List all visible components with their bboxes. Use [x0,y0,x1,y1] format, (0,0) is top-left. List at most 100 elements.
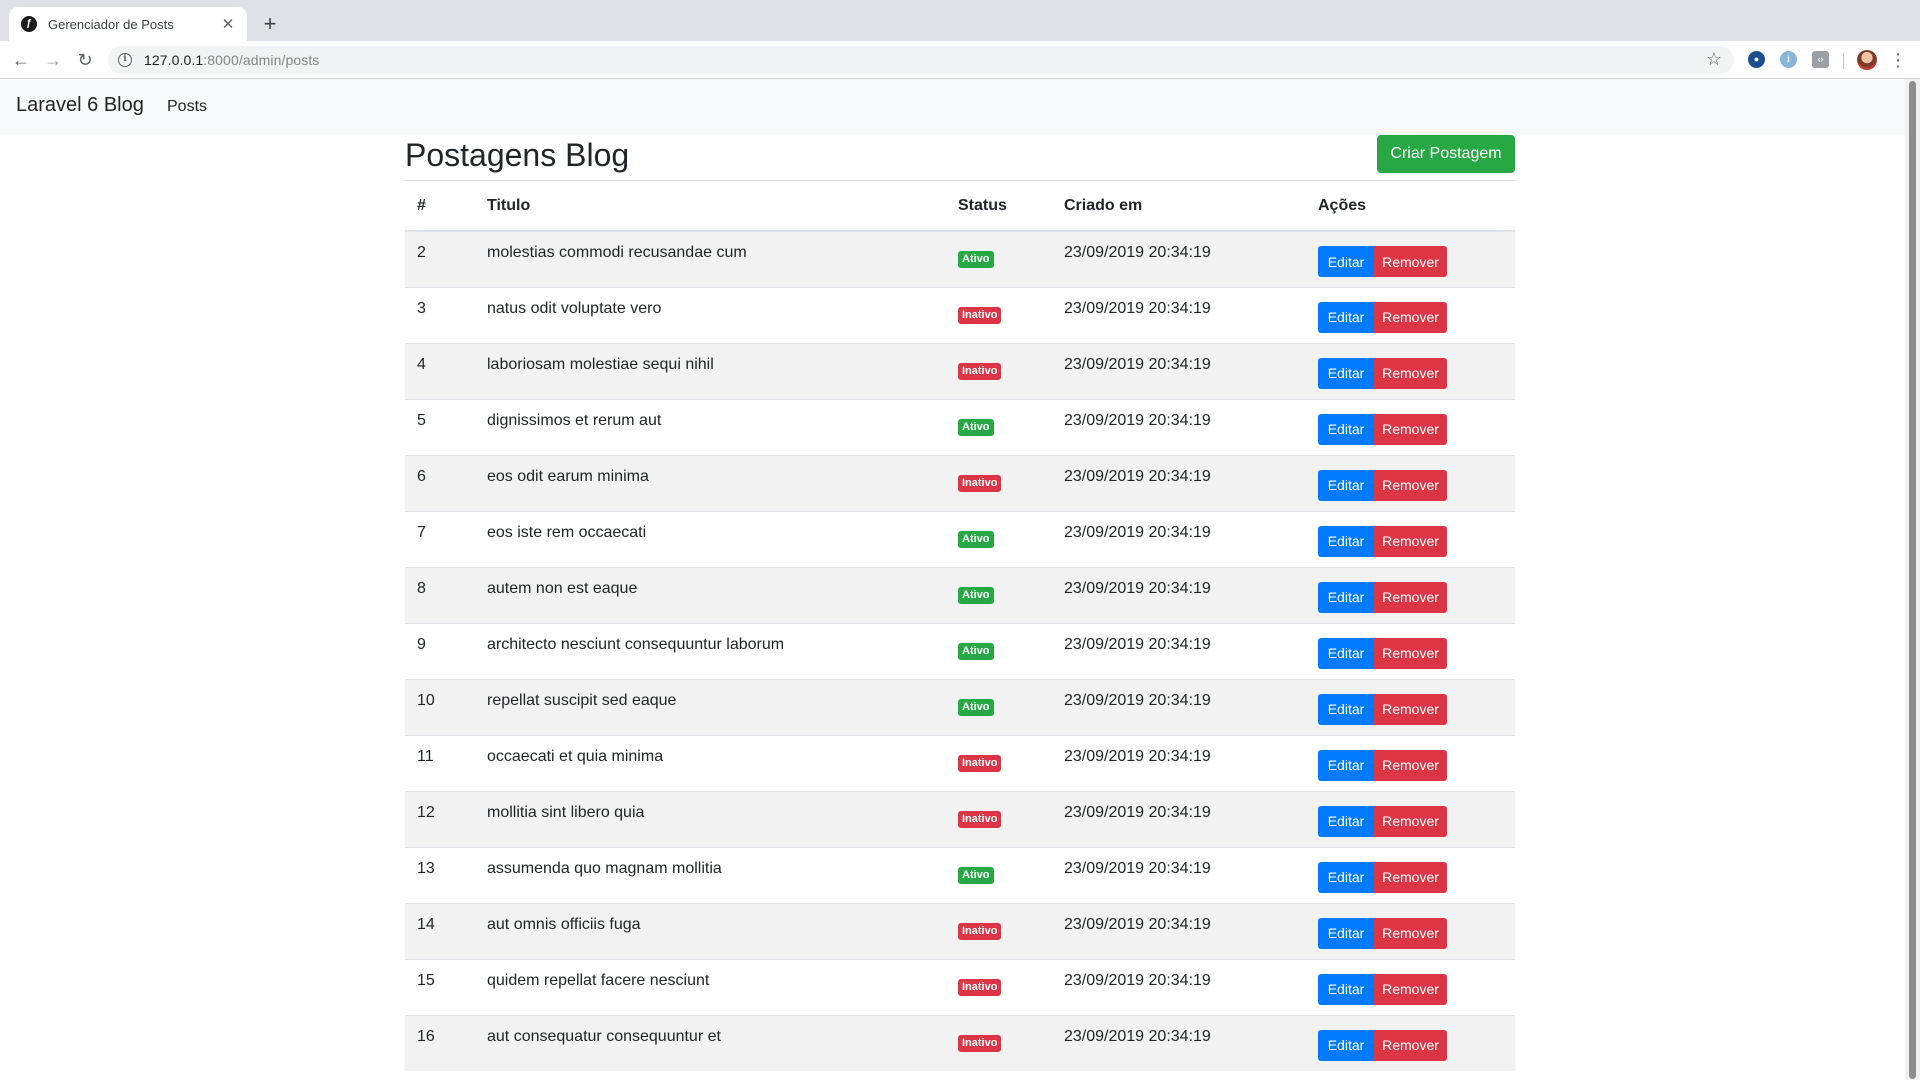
remove-button[interactable]: Remover [1374,861,1447,893]
status-badge: Ativo [958,642,994,660]
column-header-status: Status [946,181,1052,232]
post-status: Ativo [946,622,1052,679]
scrollbar-thumb[interactable] [1909,81,1916,1079]
bookmark-star-icon[interactable]: ☆ [1706,49,1722,70]
edit-button[interactable]: Editar [1318,973,1374,1005]
more-vert-icon[interactable]: ⋮ [1889,49,1907,71]
remove-button[interactable]: Remover [1374,413,1447,445]
post-title: laboriosam molestiae sequi nihil [475,342,946,399]
browser-tab[interactable]: ƒ Gerenciador de Posts ✕ [9,7,247,41]
post-id: 16 [405,1014,475,1071]
post-title: occaecati et quia minima [475,734,946,791]
table-row: 5 dignissimos et rerum aut Ativo 23/09/2019… [405,398,1515,455]
status-badge: Ativo [958,418,994,436]
site-info-icon[interactable]: i [118,53,132,67]
post-actions: Editar Remover [1306,566,1515,623]
post-actions: Editar Remover [1306,1014,1515,1071]
post-title: aut omnis officiis fuga [475,902,946,959]
post-id: 12 [405,790,475,847]
remove-button[interactable]: Remover [1374,749,1447,781]
edit-button[interactable]: Editar [1318,749,1374,781]
remove-button[interactable]: Remover [1374,693,1447,725]
post-actions: Editar Remover [1306,286,1515,343]
remove-button[interactable]: Remover [1374,581,1447,613]
remove-button[interactable]: Remover [1374,917,1447,949]
post-id: 8 [405,566,475,623]
page-viewport: Laravel 6 Blog Posts Postagens Blog Cria… [0,79,1905,1080]
remove-button[interactable]: Remover [1374,525,1447,557]
table-row: 11 occaecati et quia minima Inativo 23/09/2… [405,734,1515,791]
extension-icon[interactable]: ● [1748,51,1765,68]
edit-button[interactable]: Editar [1318,805,1374,837]
remove-button[interactable]: Remover [1374,637,1447,669]
remove-button[interactable]: Remover [1374,246,1447,277]
nav-link-posts[interactable]: Posts [167,98,207,116]
edit-button[interactable]: Editar [1318,861,1374,893]
post-created-at: 23/09/2019 20:34:19 [1052,846,1306,903]
edit-button[interactable]: Editar [1318,246,1374,277]
table-body: 2 molestias commodi recusandae cum Ativo 23… [405,230,1515,1071]
post-created-at: 23/09/2019 20:34:19 [1052,342,1306,399]
remove-button[interactable]: Remover [1374,1029,1447,1061]
post-title: quidem repellat facere nesciunt [475,958,946,1015]
post-status: Inativo [946,1014,1052,1071]
column-header-id: # [405,181,475,232]
navbar-brand[interactable]: Laravel 6 Blog [16,94,144,117]
status-badge: Inativo [958,754,1002,772]
remove-button[interactable]: Remover [1374,805,1447,837]
post-title: dignissimos et rerum aut [475,398,946,455]
post-id: 2 [405,230,475,287]
page-scrollbar[interactable] [1905,79,1920,1080]
post-status: Inativo [946,286,1052,343]
post-status: Ativo [946,510,1052,567]
status-badge: Inativo [958,810,1002,828]
action-button-group: Editar Remover [1318,413,1503,445]
reload-icon[interactable]: ↻ [73,48,97,72]
remove-button[interactable]: Remover [1374,469,1447,501]
post-actions: Editar Remover [1306,958,1515,1015]
post-status: Inativo [946,902,1052,959]
status-badge: Ativo [958,866,994,884]
edit-button[interactable]: Editar [1318,917,1374,949]
post-created-at: 23/09/2019 20:34:19 [1052,566,1306,623]
post-id: 6 [405,454,475,511]
edit-button[interactable]: Editar [1318,301,1374,333]
post-title: mollitia sint libero quia [475,790,946,847]
post-id: 14 [405,902,475,959]
edit-button[interactable]: Editar [1318,637,1374,669]
edit-button[interactable]: Editar [1318,693,1374,725]
edit-button[interactable]: Editar [1318,1029,1374,1061]
edit-button[interactable]: Editar [1318,469,1374,501]
url-text[interactable]: 127.0.0.1:8000/admin/posts [144,52,319,68]
create-post-button[interactable]: Criar Postagem [1377,135,1515,173]
post-status: Ativo [946,678,1052,735]
post-id: 5 [405,398,475,455]
status-badge: Inativo [958,474,1002,492]
address-bar[interactable]: i 127.0.0.1:8000/admin/posts ☆ [108,46,1734,74]
new-tab-button[interactable]: + [258,12,282,36]
edit-button[interactable]: Editar [1318,581,1374,613]
code-extension-icon[interactable]: ‹› [1812,51,1829,68]
extension-icon[interactable]: i [1780,51,1797,68]
edit-button[interactable]: Editar [1318,413,1374,445]
post-actions: Editar Remover [1306,622,1515,679]
edit-button[interactable]: Editar [1318,357,1374,389]
action-button-group: Editar Remover [1318,301,1503,333]
post-created-at: 23/09/2019 20:34:19 [1052,286,1306,343]
post-title: repellat suscipit sed eaque [475,678,946,735]
remove-button[interactable]: Remover [1374,357,1447,389]
edit-button[interactable]: Editar [1318,525,1374,557]
back-arrow-icon[interactable]: ← [9,48,33,72]
close-tab-icon[interactable]: ✕ [219,15,237,33]
table-row: 9 architecto nesciunt consequuntur laboru… [405,622,1515,679]
table-row: 8 autem non est eaque Ativo 23/09/2019 20:3… [405,566,1515,623]
action-button-group: Editar Remover [1318,357,1503,389]
forward-arrow-icon[interactable]: → [41,48,65,72]
remove-button[interactable]: Remover [1374,973,1447,1005]
browser-tabstrip: ƒ Gerenciador de Posts ✕ + [0,0,1920,41]
profile-avatar[interactable] [1857,50,1877,70]
laravel-favicon-icon: ƒ [21,16,37,32]
remove-button[interactable]: Remover [1374,301,1447,333]
site-navbar: Laravel 6 Blog Posts [0,79,1905,135]
table-row: 12 mollitia sint libero quia Inativo 23/09/… [405,790,1515,847]
